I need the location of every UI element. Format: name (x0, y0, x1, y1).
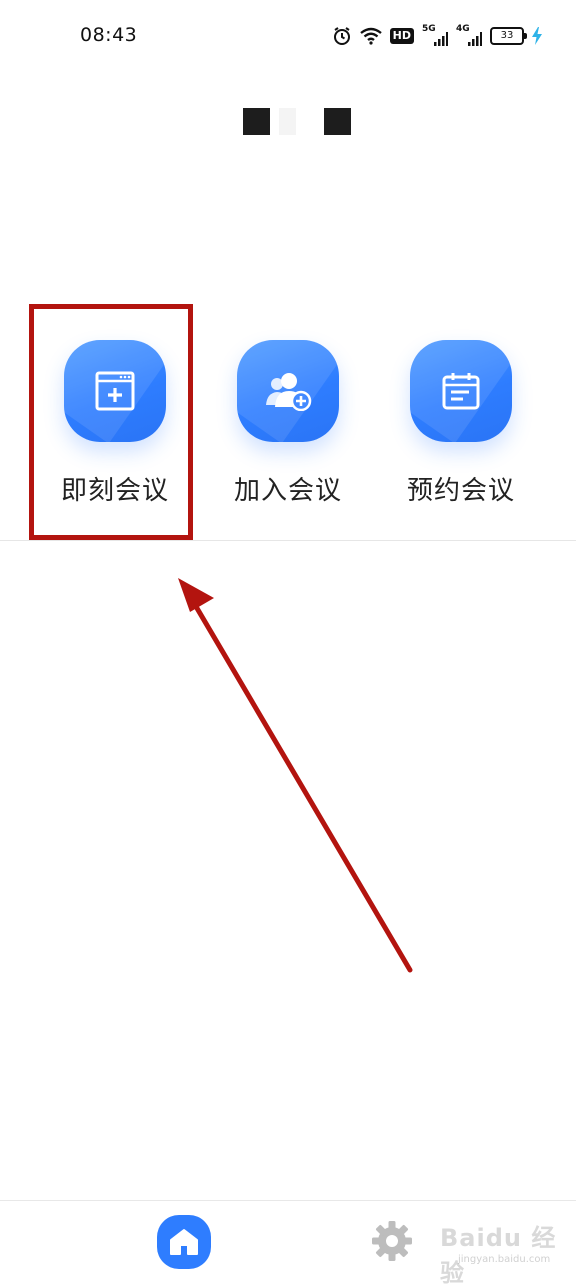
app-logo (243, 108, 351, 135)
join-meeting-icon (237, 340, 339, 442)
status-time: 08:43 (80, 24, 138, 46)
instant-meeting-label: 即刻会议 (60, 476, 169, 506)
hd-badge: HD (389, 28, 414, 44)
join-meeting-button[interactable]: 加入会议 (213, 340, 363, 507)
nav-home-button[interactable] (157, 1215, 211, 1269)
annotation-arrow (178, 578, 413, 973)
instant-meeting-button[interactable]: 即刻会议 (40, 340, 190, 507)
signal-bars-icon (468, 32, 482, 46)
alarm-icon (333, 27, 350, 45)
signal-bars-icon (434, 32, 448, 46)
battery-indicator: 33 (490, 27, 527, 45)
join-meeting-label: 加入会议 (233, 476, 342, 506)
battery-level: 33 (500, 30, 514, 41)
schedule-meeting-button[interactable]: 预约会议 (386, 340, 536, 507)
calendar-icon (410, 340, 512, 442)
wifi-icon (359, 27, 382, 45)
status-bar: 08:43 HD 5G 4G 33 (0, 0, 576, 72)
watermark-url: jingyan.baidu.com (458, 1254, 551, 1265)
divider (0, 540, 576, 541)
status-icons: HD 5G 4G 33 (332, 24, 542, 48)
charging-icon (532, 27, 542, 45)
signal-5g: 5G (422, 24, 448, 46)
home-icon (170, 1229, 198, 1255)
nav-settings-button[interactable] (368, 1217, 416, 1265)
schedule-meeting-label: 预约会议 (406, 476, 515, 506)
new-meeting-icon (64, 340, 166, 442)
signal-4g: 4G (456, 24, 482, 46)
gear-icon (372, 1221, 412, 1261)
watermark: Baidu 经验 (440, 1224, 557, 1287)
